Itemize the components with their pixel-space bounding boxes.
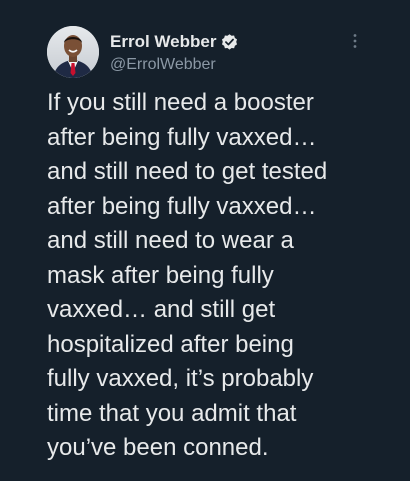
more-options-button[interactable] <box>345 33 365 53</box>
tweet-card: Errol Webber @ErrolWebber If you still n… <box>0 0 410 481</box>
tweet-text: If you still need a booster after being … <box>47 86 377 466</box>
tweet-line: and still need to wear a <box>47 227 294 254</box>
verified-badge-icon <box>220 33 239 52</box>
tweet-line: after being fully vaxxed… <box>47 192 317 220</box>
tweet-header: Errol Webber @ErrolWebber <box>47 26 239 78</box>
avatar[interactable] <box>47 26 99 78</box>
tweet-line: vaxxed… and still get <box>47 296 276 323</box>
tweet-line: after being fully vaxxed… <box>47 123 317 151</box>
tweet-line: mask after being fully <box>47 261 274 289</box>
author-display-name[interactable]: Errol Webber <box>110 32 216 52</box>
name-row: Errol Webber <box>110 30 239 54</box>
tweet-line: hospitalized after being <box>47 330 294 358</box>
tweet-line: fully vaxxed, it’s probably <box>47 365 314 392</box>
tweet-line: you’ve been conned. <box>47 434 269 461</box>
author-handle[interactable]: @ErrolWebber <box>110 56 239 74</box>
tweet-line: time that you admit that <box>47 399 297 427</box>
more-vertical-icon <box>352 33 358 54</box>
author-info: Errol Webber @ErrolWebber <box>110 30 239 74</box>
tweet-line: and still need to get tested <box>47 158 328 185</box>
tweet-line: If you still need a booster <box>47 89 314 116</box>
